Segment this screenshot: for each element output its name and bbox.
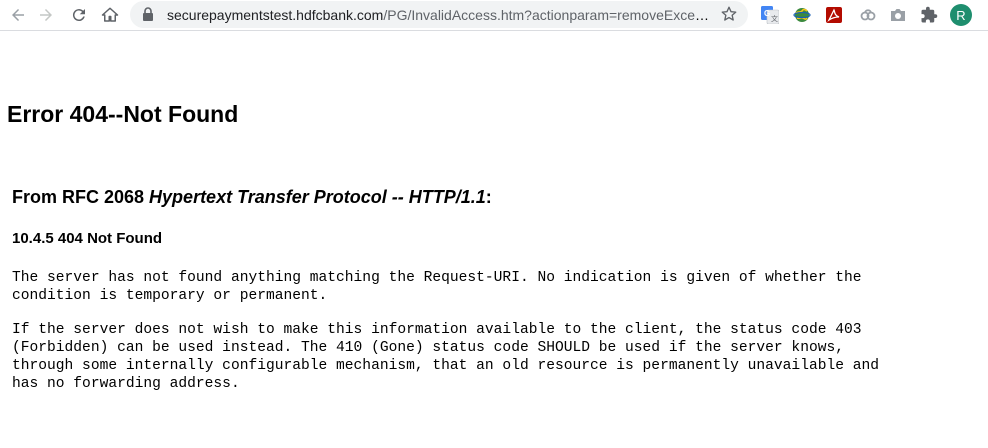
paragraph-2: If the server does not wish to make this… <box>12 321 879 393</box>
extension-globe-icon <box>793 8 811 22</box>
reload-icon <box>72 9 85 22</box>
svg-text:G: G <box>764 9 770 18</box>
adobe-acrobat-icon <box>826 7 842 23</box>
error-heading: Error 404--Not Found <box>7 101 239 127</box>
rfc-heading: From RFC 2068 Hypertext Transfer Protoco… <box>12 187 492 208</box>
back-icon <box>12 9 24 21</box>
extension-globe-button[interactable] <box>792 5 812 25</box>
reload-button[interactable] <box>67 3 91 27</box>
lock-icon[interactable] <box>142 7 154 21</box>
url-host: securepaymentstest.hdfcbank.com <box>167 7 384 23</box>
paragraph-1: The server has not found anything matchi… <box>12 269 862 305</box>
forward-button[interactable] <box>34 3 58 27</box>
profile-avatar[interactable]: R <box>950 4 972 26</box>
paragraph-2-line-3: through some internally configurable mec… <box>12 358 880 374</box>
rfc-prefix: From RFC 2068 <box>12 187 150 207</box>
svg-text:文: 文 <box>771 14 778 23</box>
back-button[interactable] <box>6 3 30 27</box>
section-heading: 10.4.5 404 Not Found <box>12 230 163 247</box>
paragraph-1-line-1: The server has not found anything matchi… <box>12 270 862 286</box>
puzzle-extensions-icon <box>921 6 938 23</box>
url-text[interactable]: securepaymentstest.hdfcbank.com/PG/Inval… <box>167 7 712 23</box>
camera-button[interactable] <box>888 5 908 25</box>
home-icon <box>101 7 119 22</box>
address-bar[interactable]: securepaymentstest.hdfcbank.com/PG/Inval… <box>130 1 748 28</box>
url-path: /PG/InvalidAccess.htm?actionparam=remove… <box>383 7 712 23</box>
star-icon[interactable] <box>720 5 738 23</box>
rfc-suffix: : <box>485 187 492 207</box>
paragraph-2-line-1: If the server does not wish to make this… <box>12 322 862 338</box>
paragraph-2-line-2: (Forbidden) can be used instead. The 410… <box>12 340 844 356</box>
home-button[interactable] <box>98 3 122 27</box>
google-translate-icon: G 文 <box>761 6 779 24</box>
paragraph-2-line-4: has no forwarding address. <box>12 376 240 392</box>
google-translate-button[interactable]: G 文 <box>760 5 780 25</box>
extension-link-button[interactable] <box>858 5 878 25</box>
browser-toolbar: securepaymentstest.hdfcbank.com/PG/Inval… <box>0 0 988 31</box>
extension-link-icon <box>860 9 876 21</box>
rfc-title: Hypertext Transfer Protocol -- HTTP/1.1 <box>149 187 486 207</box>
forward-icon <box>40 9 52 21</box>
paragraph-1-line-2: condition is temporary or permanent. <box>12 288 328 304</box>
adobe-acrobat-button[interactable] <box>824 5 844 25</box>
camera-icon <box>891 9 905 21</box>
extensions-menu-button[interactable] <box>919 5 939 25</box>
